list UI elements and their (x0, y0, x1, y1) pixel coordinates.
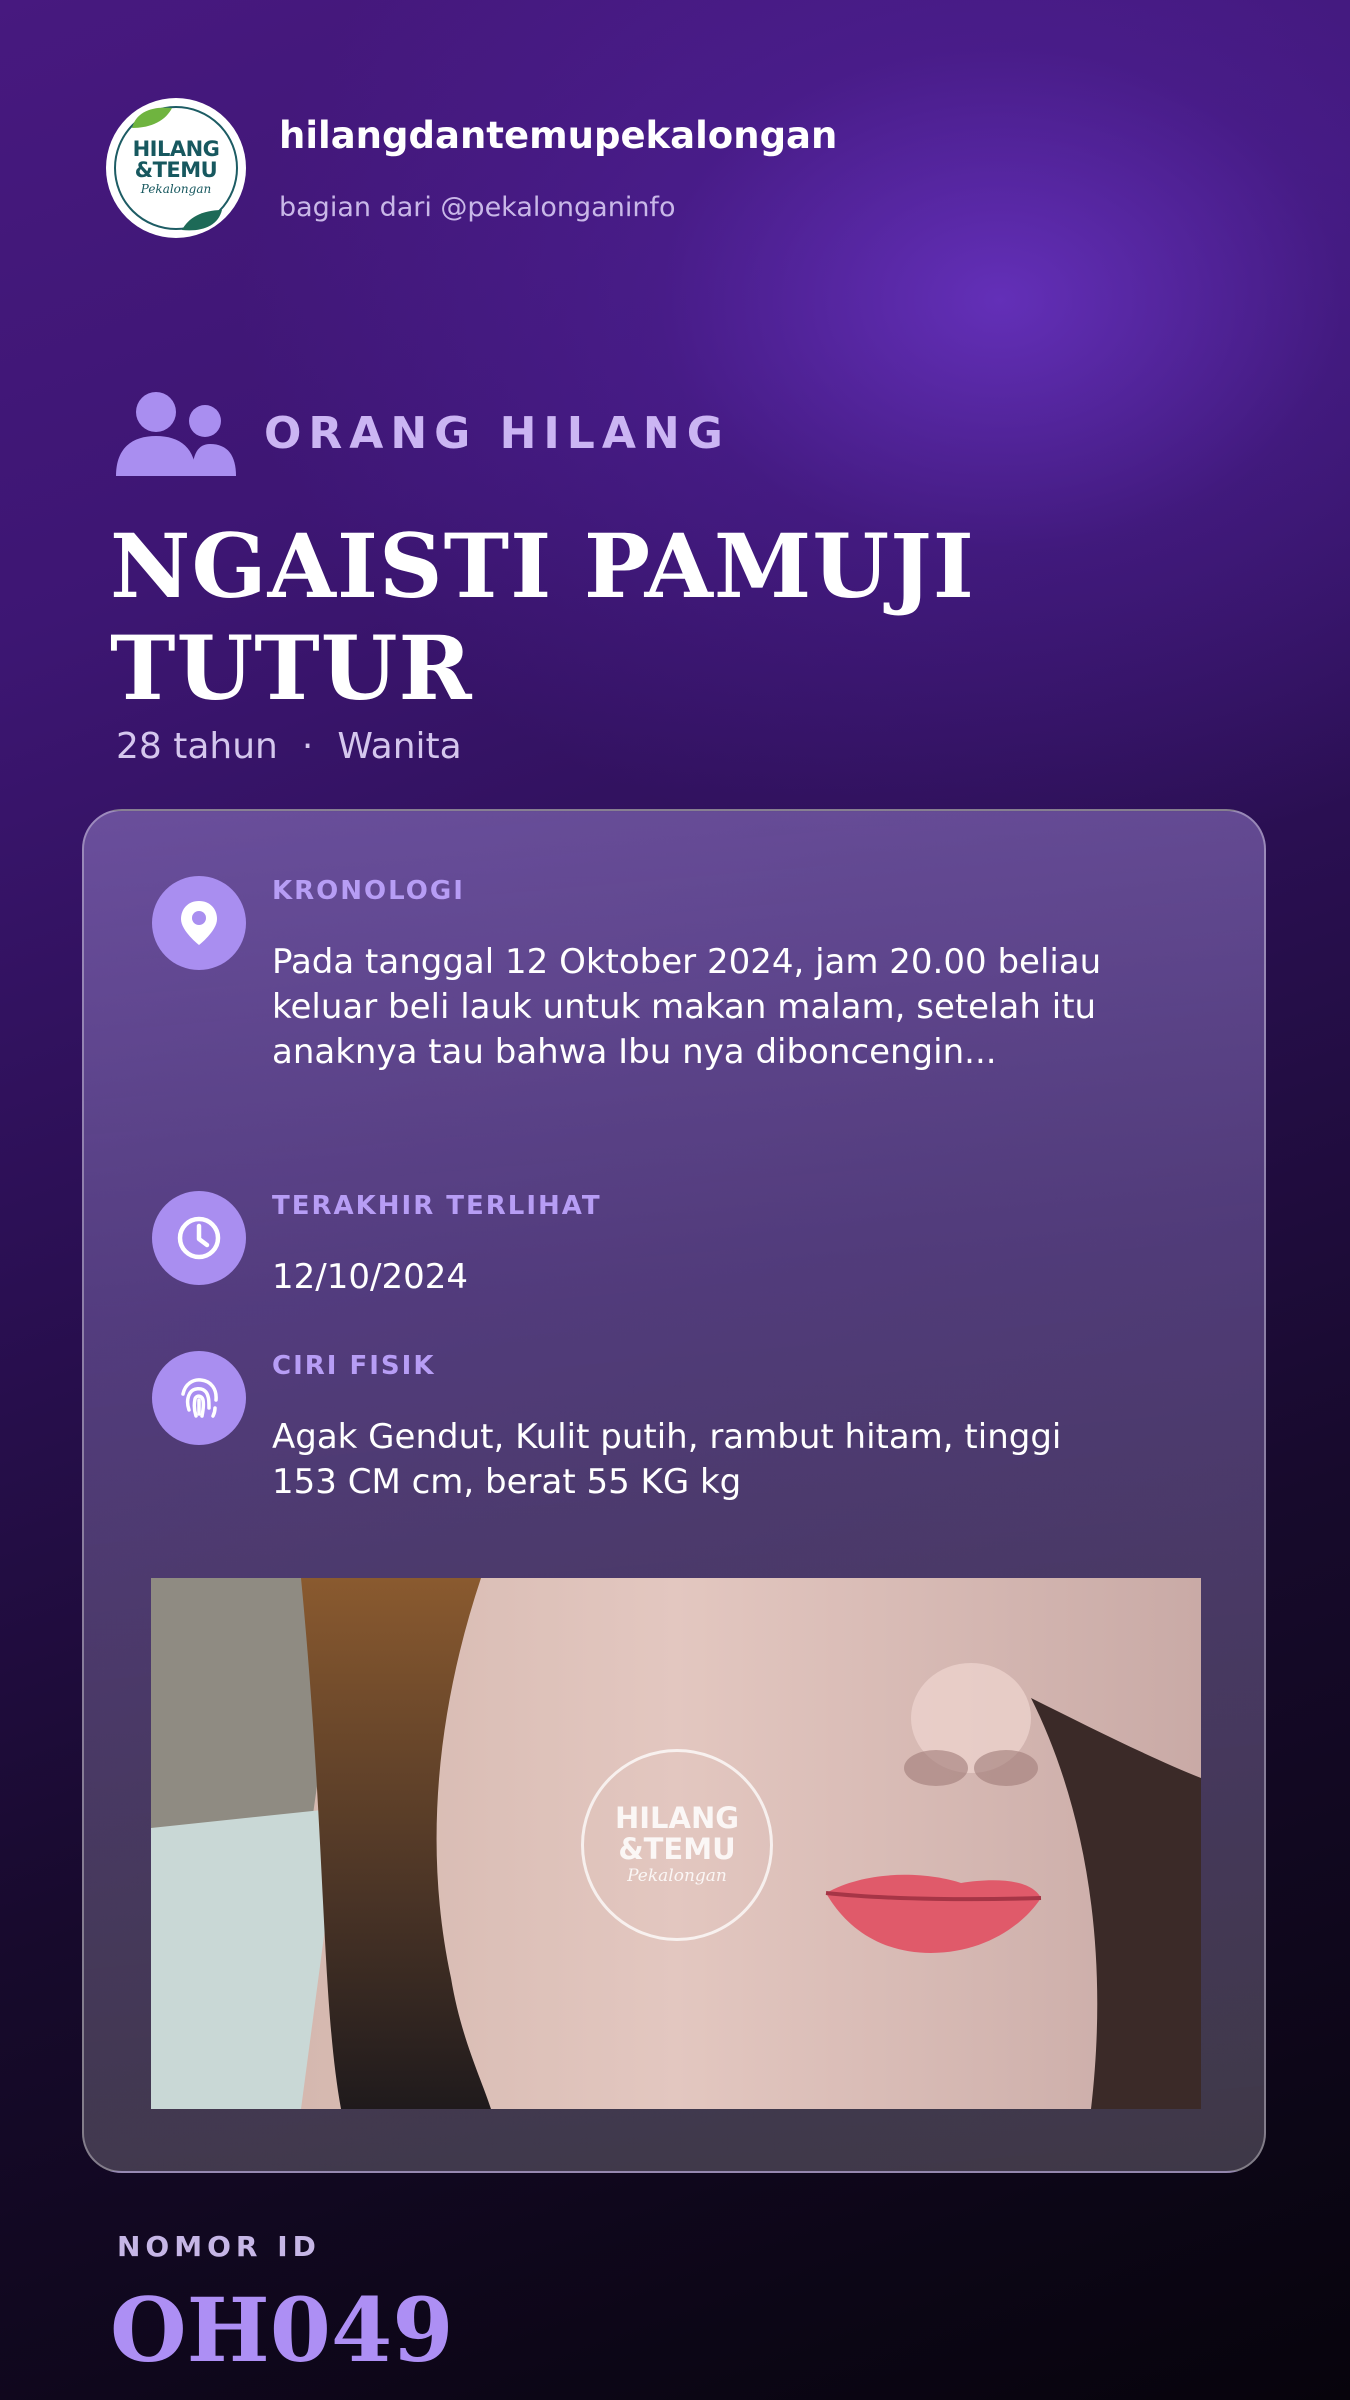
account-affiliation: bagian dari @pekalonganinfo (279, 191, 676, 223)
physical-label: CIRI FISIK (272, 1351, 436, 1381)
person-gender: Wanita (337, 726, 462, 767)
account-header: HILANG &TEMU Pekalongan hilangdantemupek… (106, 97, 837, 239)
id-label: NOMOR ID (117, 2230, 321, 2263)
person-meta: 28 tahun · Wanita (116, 726, 462, 767)
photo-watermark: HILANG &TEMU Pekalongan (581, 1749, 773, 1941)
leaf-icon (132, 107, 172, 128)
watermark-line2: &TEMU (618, 1832, 736, 1866)
clock-icon (152, 1191, 246, 1285)
detail-physical: CIRI FISIK Agak Gendut, Kulit putih, ram… (152, 1351, 1132, 1505)
detail-kronologi: KRONOLOGI Pada tanggal 12 Oktober 2024, … (152, 876, 1132, 1075)
last-seen-label: TERAKHIR TERLIHAT (272, 1191, 602, 1221)
people-icon (116, 392, 236, 476)
person-age: 28 tahun (116, 726, 278, 767)
watermark-line1: HILANG (614, 1801, 740, 1835)
category-label: ORANG HILANG (264, 407, 730, 459)
post-category: ORANG HILANG (114, 390, 730, 476)
leaf-icon (182, 210, 222, 231)
location-pin-icon (152, 876, 246, 970)
logo-text-line2: &TEMU (134, 158, 218, 182)
meta-separator: · (301, 726, 314, 767)
physical-value: Agak Gendut, Kulit putih, rambut hitam, … (272, 1417, 1062, 1502)
kronologi-label: KRONOLOGI (272, 876, 465, 906)
fingerprint-icon (152, 1351, 246, 1445)
logo-text-line1: HILANG (132, 137, 220, 161)
account-name[interactable]: hilangdantemupekalongan (279, 114, 837, 158)
details-card: KRONOLOGI Pada tanggal 12 Oktober 2024, … (82, 809, 1266, 2173)
missing-person-photo[interactable]: HILANG &TEMU Pekalongan (151, 1578, 1201, 2109)
watermark-line3: Pekalongan (627, 1866, 727, 1886)
id-value: OH049 (110, 2278, 454, 2382)
logo-text-line3: Pekalongan (140, 182, 212, 196)
last-seen-value: 12/10/2024 (272, 1257, 468, 1297)
missing-person-name: NGAISTI PAMUJI TUTUR (110, 514, 975, 720)
detail-last-seen: TERAKHIR TERLIHAT 12/10/2024 (152, 1191, 1132, 1300)
account-logo[interactable]: HILANG &TEMU Pekalongan (106, 98, 246, 238)
kronologi-value: Pada tanggal 12 Oktober 2024, jam 20.00 … (272, 942, 1102, 1072)
